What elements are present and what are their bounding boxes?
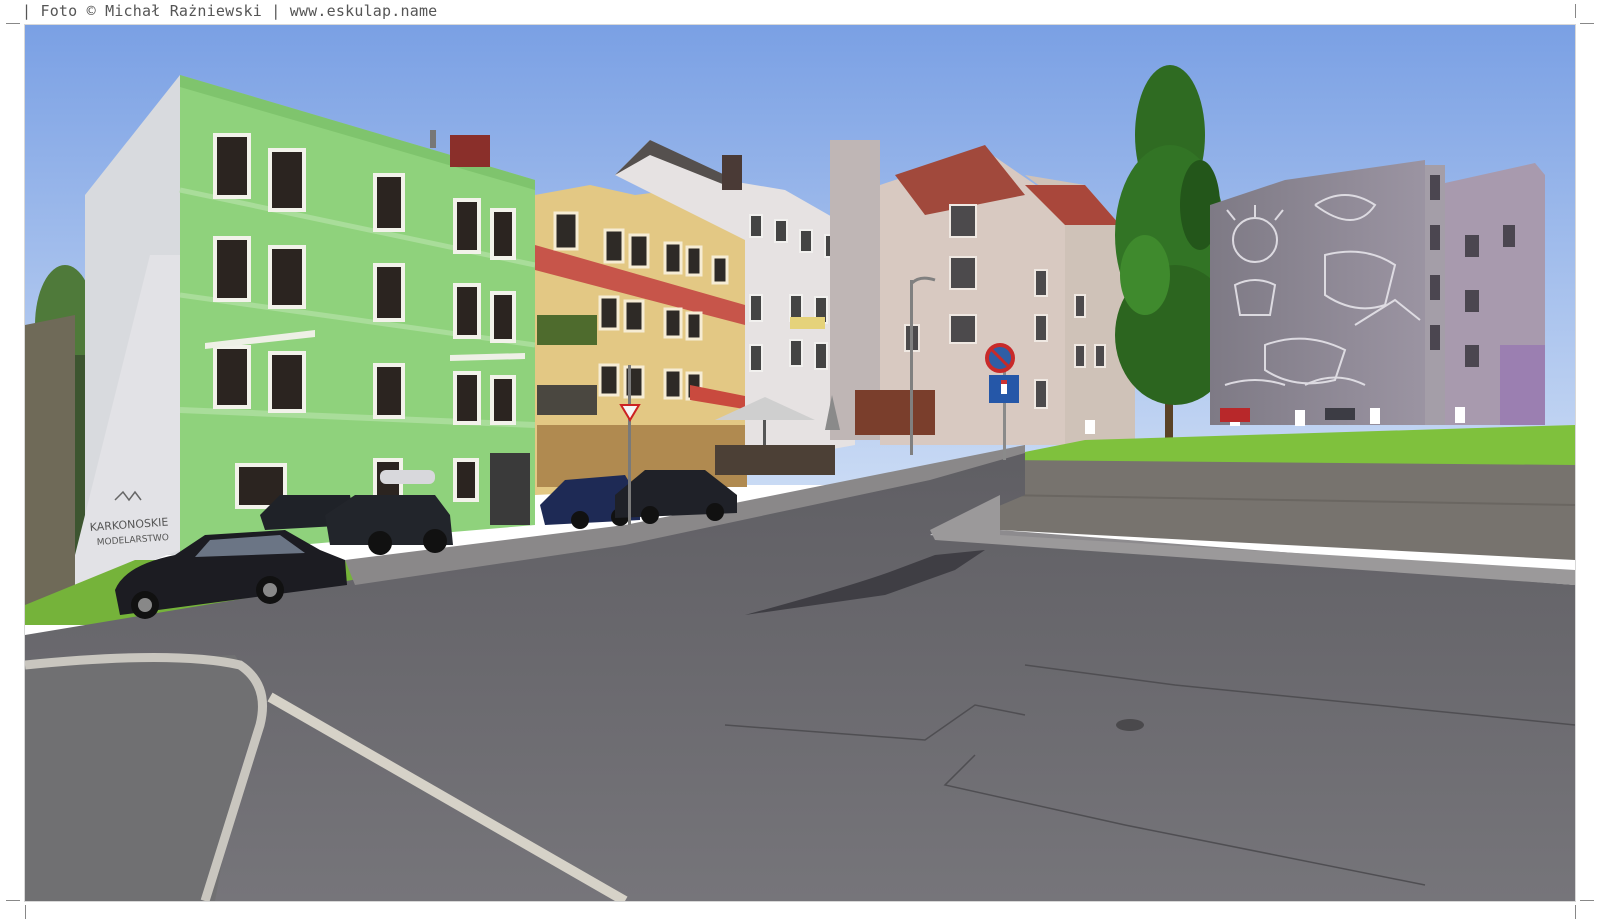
crop-mark-bottom-left-v (25, 905, 26, 919)
street-photo: KARKONOSKIE MODELARSTWO (25, 25, 1575, 901)
mural-building (1210, 160, 1545, 425)
photo-credit: | Foto © Michał Rażniewski | www.eskulap… (22, 2, 437, 20)
credit-author: Foto © Michał Rażniewski (40, 2, 263, 20)
credit-separator: | (271, 2, 281, 20)
crop-mark-top-left (6, 23, 20, 24)
credit-site: www.eskulap.name (289, 2, 438, 20)
crop-mark-top-right-v (1575, 4, 1576, 18)
crop-mark-bottom-left (6, 900, 20, 901)
crop-mark-bottom-right (1580, 900, 1594, 901)
crop-mark-top-right (1580, 23, 1594, 24)
credit-separator-left: | (22, 2, 32, 20)
crop-mark-bottom-right-v (1575, 905, 1576, 919)
